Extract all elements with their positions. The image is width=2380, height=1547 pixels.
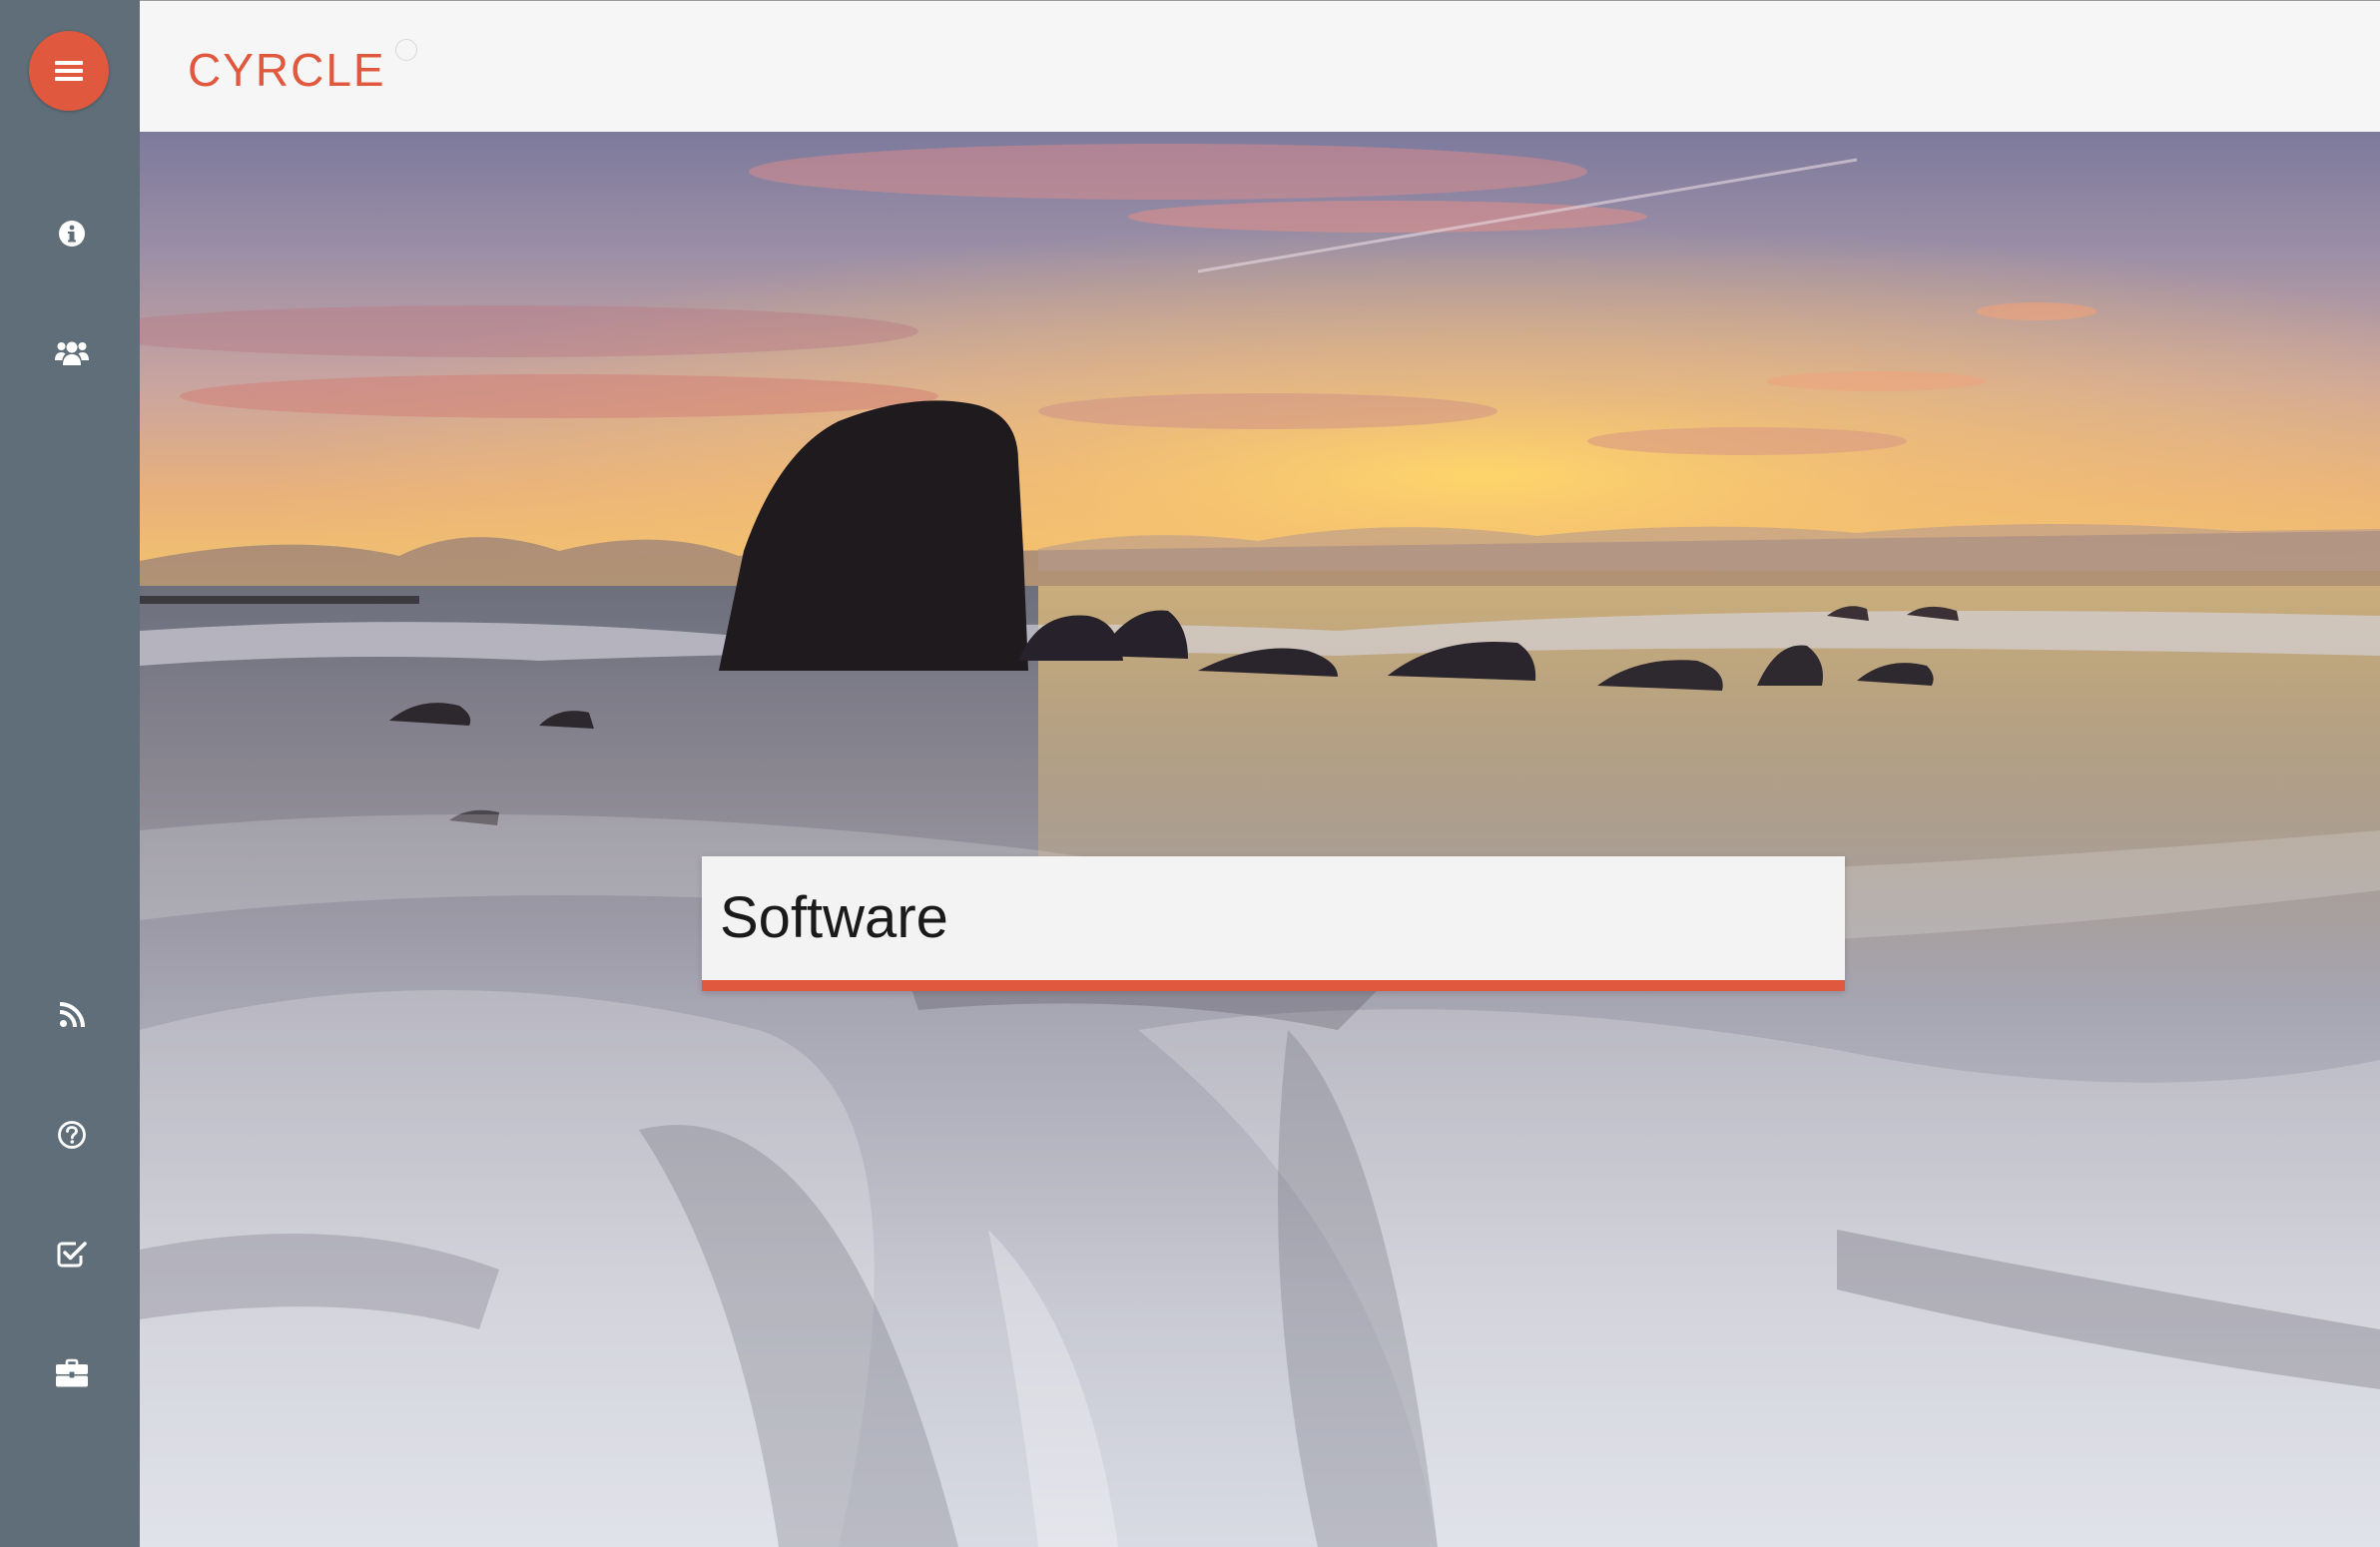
users-group-icon bbox=[55, 341, 89, 365]
checkbox-icon bbox=[57, 1242, 87, 1268]
top-bar: CYRCLE bbox=[140, 0, 2380, 132]
search-input[interactable] bbox=[720, 882, 1818, 952]
help-question-icon bbox=[58, 1121, 86, 1149]
sidebar-item-users[interactable] bbox=[50, 331, 94, 375]
hamburger-menu-icon bbox=[55, 61, 83, 81]
ocean-sunset-rock-photo bbox=[140, 132, 2380, 1547]
info-icon bbox=[59, 221, 85, 247]
logo-circle-mark bbox=[395, 39, 417, 61]
search-box[interactable] bbox=[702, 856, 1845, 991]
app-logo[interactable]: CYRCLE bbox=[188, 39, 417, 96]
sidebar-item-info[interactable] bbox=[50, 212, 94, 256]
sidebar bbox=[0, 0, 140, 1547]
sidebar-item-help[interactable] bbox=[50, 1113, 94, 1157]
sidebar-item-jobs[interactable] bbox=[50, 1351, 94, 1395]
logo-text: CYRCLE bbox=[188, 44, 386, 96]
hero-background bbox=[140, 132, 2380, 1547]
menu-button[interactable] bbox=[29, 31, 109, 111]
rss-feed-icon bbox=[59, 1002, 85, 1028]
briefcase-icon bbox=[56, 1358, 88, 1387]
sidebar-item-tasks[interactable] bbox=[50, 1232, 94, 1276]
sidebar-item-feed[interactable] bbox=[50, 993, 94, 1037]
